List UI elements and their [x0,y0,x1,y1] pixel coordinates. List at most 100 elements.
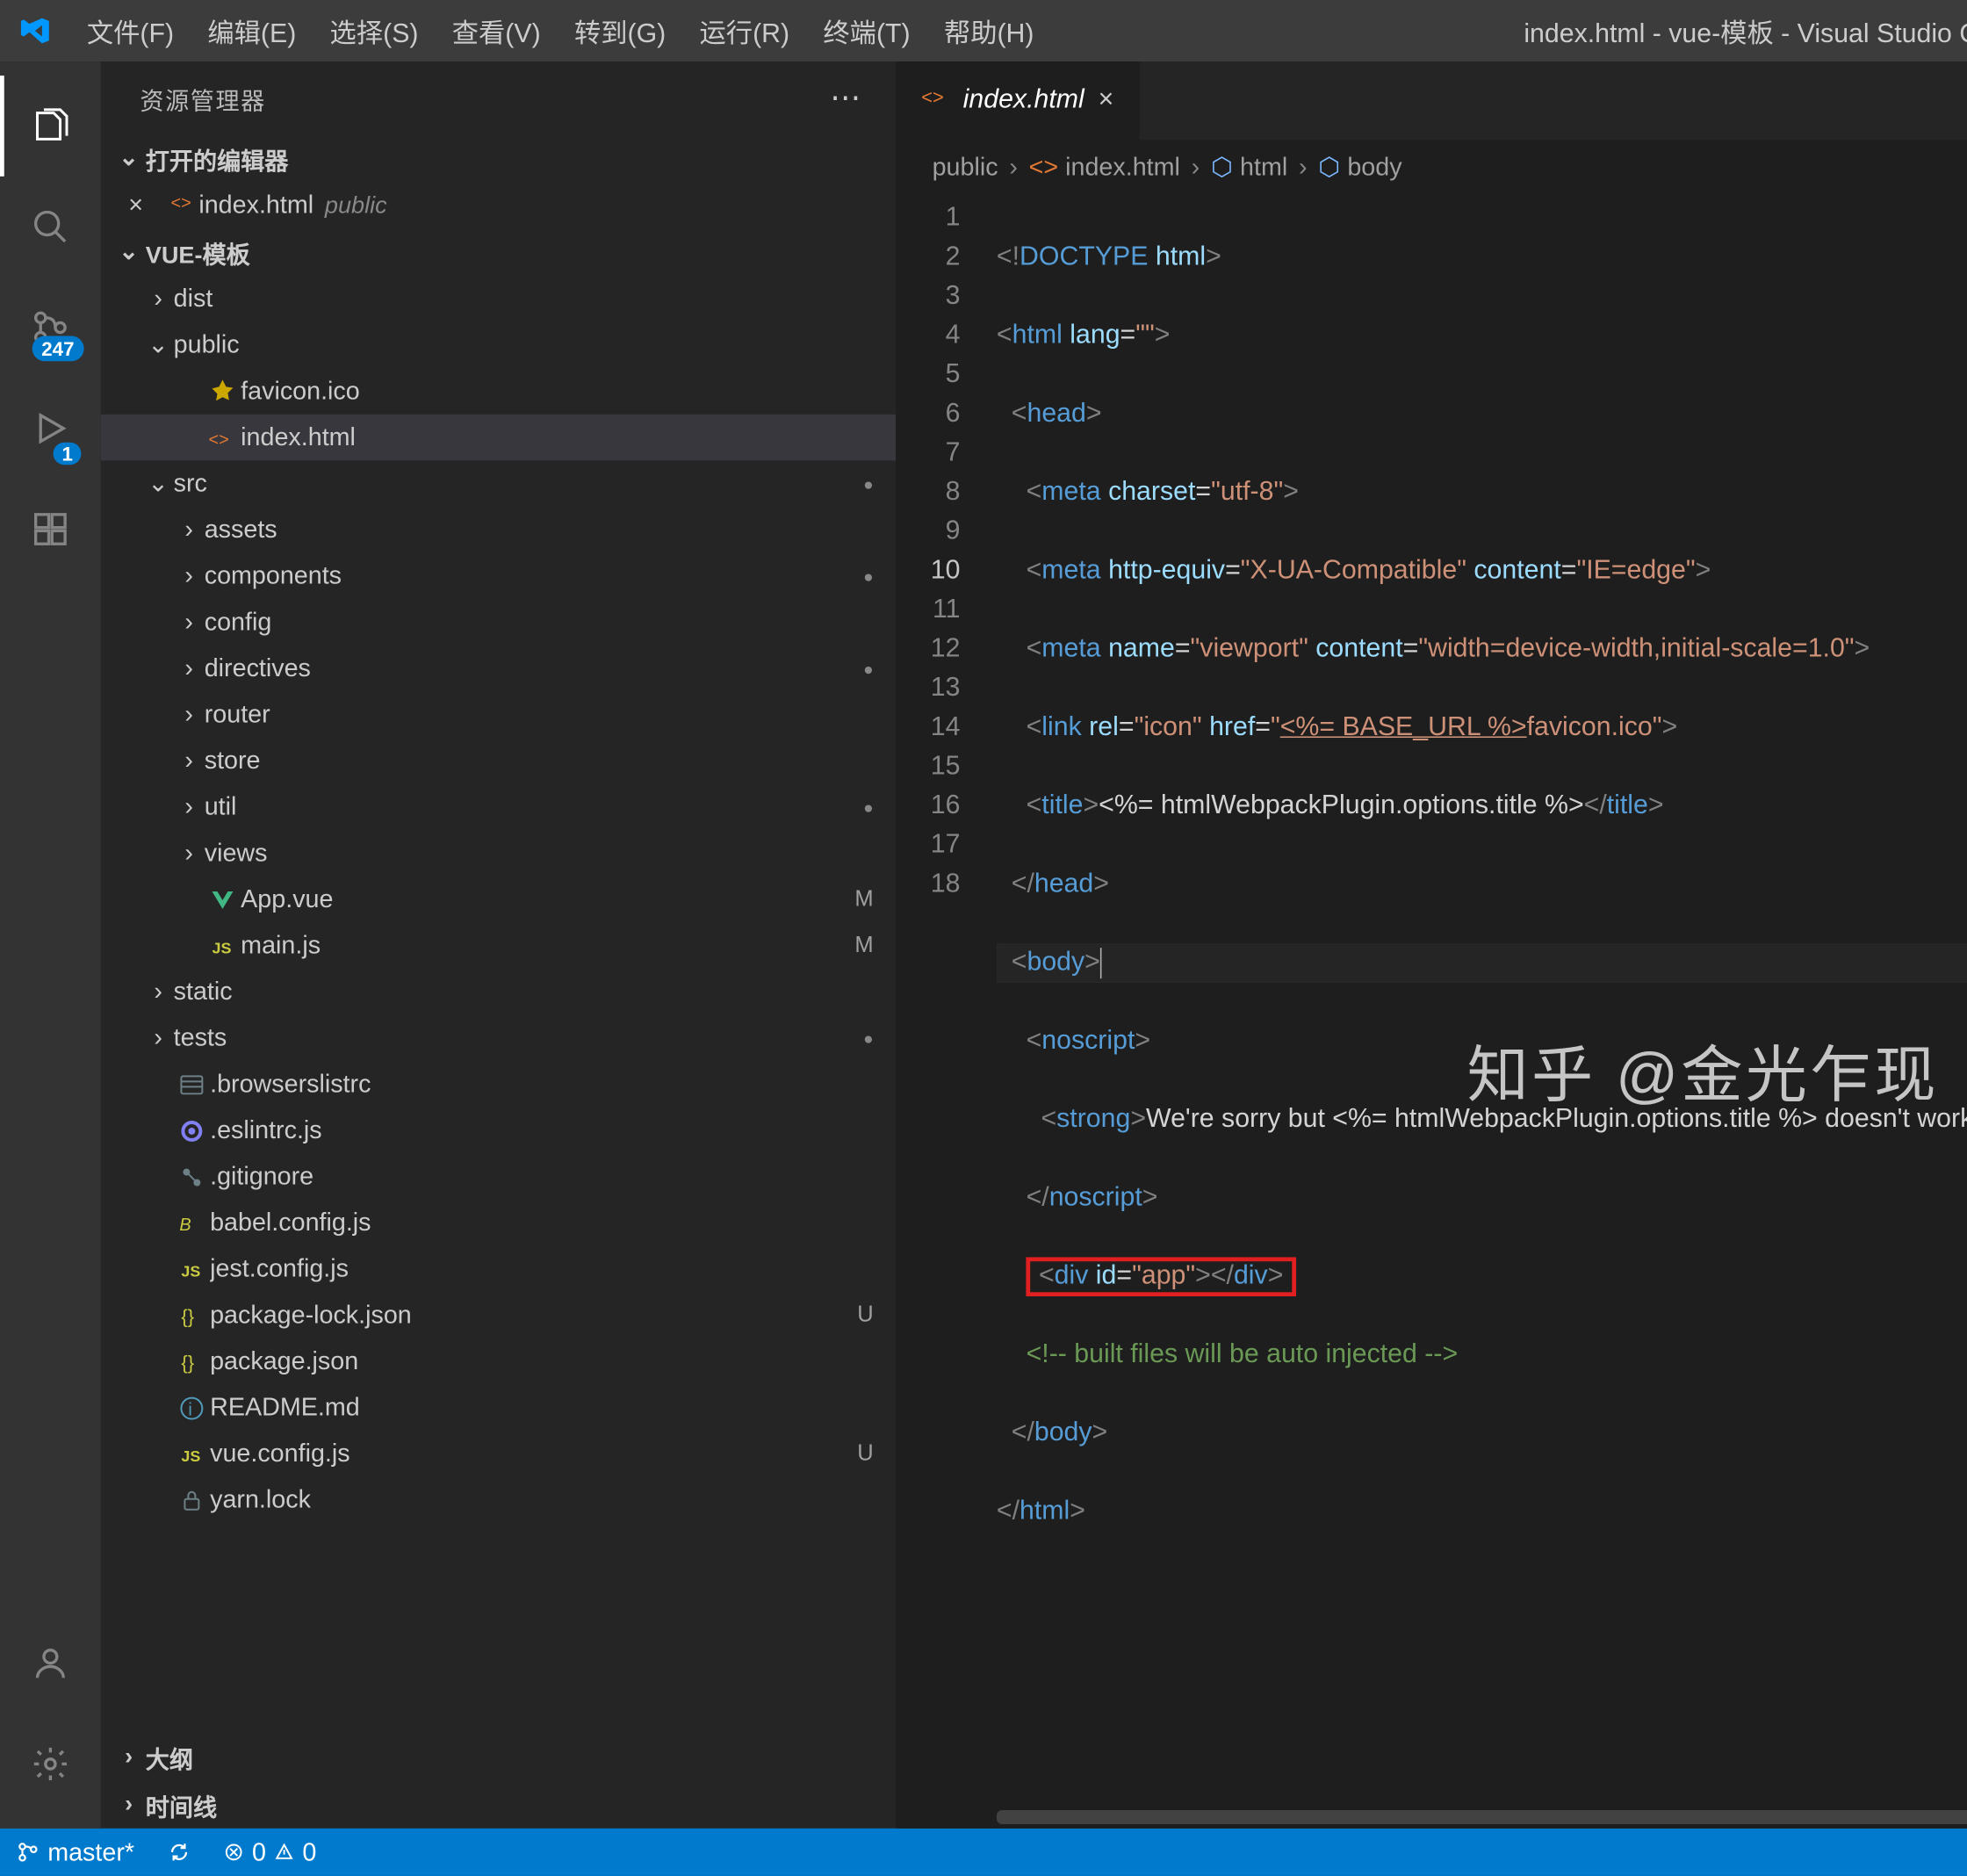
tree-item-label: components [205,561,863,590]
search-activity[interactable] [0,177,101,278]
menu-item[interactable]: 转到(G) [558,0,683,61]
file-item[interactable]: App.vueM [101,877,896,923]
outline-section[interactable]: › 大纲 [101,1733,896,1780]
breadcrumb-item[interactable]: ⬡ html [1211,152,1287,181]
tree-item-label: config [205,608,896,637]
menu-item[interactable]: 帮助(H) [927,0,1051,61]
folder-item[interactable]: ⌄src [101,460,896,507]
tree-item-label: package-lock.json [210,1301,857,1330]
menu-item[interactable]: 查看(V) [436,0,558,61]
timeline-section[interactable]: › 时间线 [101,1781,896,1829]
menu-item[interactable]: 编辑(E) [191,0,313,61]
breadcrumb-item[interactable]: ⬡ body [1318,152,1401,181]
folder-item[interactable]: ›directives [101,646,896,692]
tree-item-label: vue.config.js [210,1439,857,1468]
open-editors-section[interactable]: ⌄ 打开的编辑器 [101,134,896,182]
close-icon[interactable]: × [101,191,171,220]
folder-item[interactable]: ›store [101,738,896,784]
file-item[interactable]: JSvue.config.jsU [101,1431,896,1477]
file-item[interactable]: iREADME.md [101,1384,896,1431]
sync-status[interactable] [151,1829,207,1876]
file-item[interactable]: JSjest.config.js [101,1246,896,1293]
star-icon [205,378,241,406]
file-item[interactable]: yarn.lock [101,1477,896,1524]
editor-tab[interactable]: <> index.html × [896,61,1141,140]
modified-indicator [863,656,896,682]
html-file-icon: <> [170,188,198,223]
folder-item[interactable]: ›router [101,691,896,738]
problems-status[interactable]: 0 0 [207,1829,334,1876]
svg-text:<>: <> [921,86,944,108]
sidebar-more-icon[interactable]: ⋯ [830,80,862,116]
debug-badge: 1 [54,443,82,465]
file-item[interactable]: {}package-lock.jsonU [101,1292,896,1338]
tree-item-label: static [174,978,897,1007]
file-item[interactable]: .browserslistrc [101,1061,896,1108]
folder-item[interactable]: ›components [101,553,896,600]
settings-activity[interactable] [0,1714,101,1815]
git-status: U [857,1302,896,1328]
menu-item[interactable]: 终端(T) [806,0,927,61]
file-item[interactable]: favicon.ico [101,368,896,415]
tree-item-label: tests [174,1023,863,1052]
code-editor[interactable]: <!DOCTYPE html> <html lang=""> <head> <m… [997,193,1967,1806]
close-icon[interactable]: × [1099,85,1114,116]
modified-indicator [863,795,896,820]
tree-item-label: App.vue [241,884,854,913]
chevron-right-icon: › [174,608,205,637]
account-activity[interactable] [0,1613,101,1714]
breadcrumbs[interactable]: public›<> index.html›⬡ html›⬡ body [896,140,1967,193]
tree-item-label: views [205,839,896,868]
folder-item[interactable]: ›assets [101,507,896,553]
breadcrumb-item[interactable]: public [933,152,998,181]
json-icon: {} [174,1302,210,1330]
editor-tabs: <> index.html × ⋯ [896,61,1967,140]
file-item[interactable]: <>index.html [101,415,896,461]
tree-item-label: favicon.ico [241,377,896,406]
folder-item[interactable]: ›util [101,784,896,831]
sidebar-title: 资源管理器 [140,81,265,116]
tree-item-label: assets [205,516,896,545]
file-tree: ›dist⌄publicfavicon.ico<>index.html⌄src›… [101,276,896,1733]
menu-bar: 文件(F)编辑(E)选择(S)查看(V)转到(G)运行(R)终端(T)帮助(H) [70,0,1051,61]
js-icon: JS [174,1255,210,1283]
tree-item-label: .browserslistrc [210,1070,896,1099]
open-editor-item[interactable]: × <> index.html public [101,182,896,228]
folder-item[interactable]: ⌄public [101,322,896,369]
project-section[interactable]: ⌄ VUE-模板 [101,228,896,276]
horizontal-scrollbar[interactable] [896,1806,1967,1829]
scm-activity[interactable]: 247 [0,278,101,379]
activity-bar: 247 1 [0,61,101,1829]
info-icon: i [174,1394,210,1422]
breadcrumb-item[interactable]: <> index.html [1029,152,1180,181]
extensions-activity[interactable] [0,479,101,580]
file-item[interactable]: Bbabel.config.js [101,1200,896,1246]
json-icon: {} [174,1347,210,1375]
folder-item[interactable]: ›dist [101,276,896,322]
folder-item[interactable]: ›views [101,830,896,877]
debug-activity[interactable]: 1 [0,378,101,479]
file-item[interactable]: JSmain.jsM [101,922,896,969]
vscode-logo-icon [0,14,70,47]
svg-text:JS: JS [181,1262,200,1280]
chevron-down-icon: ⌄ [143,469,174,498]
svg-text:<>: <> [209,429,229,449]
title-bar: 文件(F)编辑(E)选择(S)查看(V)转到(G)运行(R)终端(T)帮助(H)… [0,0,1967,61]
menu-item[interactable]: 文件(F) [70,0,191,61]
file-item[interactable]: {}package.json [101,1338,896,1385]
line-numbers: 123456789101112131415161718 [896,193,997,1806]
chevron-right-icon: › [1009,152,1018,181]
chevron-right-icon: › [1192,152,1200,181]
folder-item[interactable]: ›static [101,969,896,1015]
branch-status[interactable]: master* [0,1829,151,1876]
folder-item[interactable]: ›tests [101,1015,896,1062]
open-editors-label: 打开的编辑器 [146,141,289,176]
menu-item[interactable]: 选择(S) [313,0,435,61]
js-icon: JS [205,932,241,960]
menu-item[interactable]: 运行(R) [682,0,806,61]
folder-item[interactable]: ›config [101,599,896,646]
file-item[interactable]: .eslintrc.js [101,1108,896,1154]
explorer-activity[interactable] [0,76,101,177]
svg-text:<>: <> [170,194,191,213]
tab-label: index.html [963,85,1084,116]
